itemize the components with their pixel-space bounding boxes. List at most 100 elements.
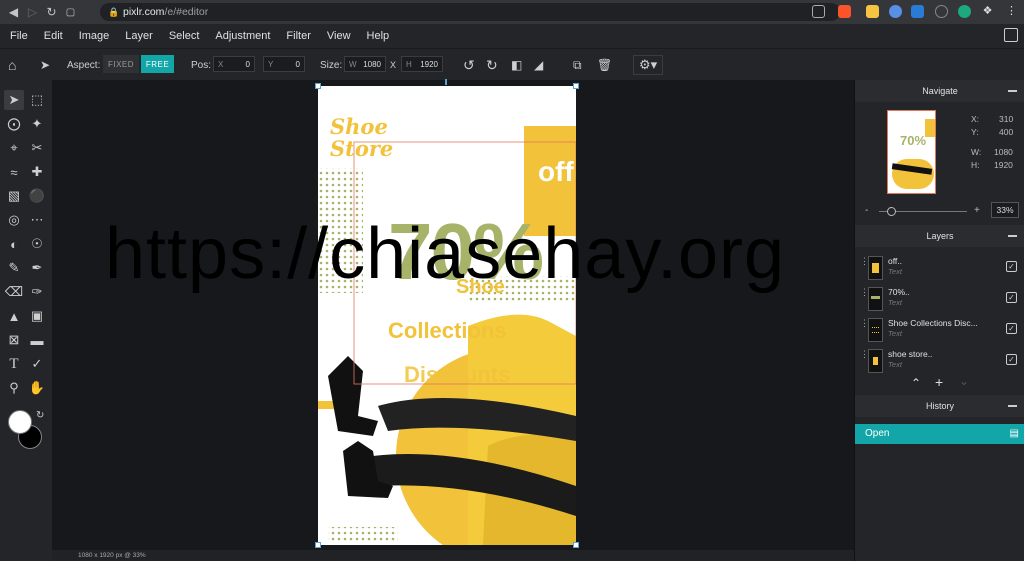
layer-item[interactable]: ⋮ off.. Text ✓ — [855, 253, 1024, 283]
brush-icon[interactable]: ✒ — [27, 258, 47, 278]
sponge-icon[interactable]: ◎ — [4, 210, 24, 230]
trash-icon[interactable]: 🗑 — [597, 49, 612, 81]
layer-up-icon[interactable]: ⌃ — [911, 376, 921, 390]
visibility-checkbox[interactable]: ✓ — [1006, 261, 1017, 272]
rotate-left-icon[interactable]: ↺ — [463, 49, 475, 81]
menu-help[interactable]: Help — [367, 30, 390, 42]
menu-filter[interactable]: Filter — [286, 30, 310, 42]
swap-colors-icon[interactable]: ↻ — [36, 410, 44, 421]
pencil-icon[interactable]: ✎ — [4, 258, 24, 278]
menu-select[interactable]: Select — [169, 30, 200, 42]
install-icon[interactable] — [812, 5, 825, 18]
visibility-checkbox[interactable]: ✓ — [1006, 292, 1017, 303]
resize-handle-tr[interactable] — [573, 83, 579, 89]
extension-icon-2[interactable] — [889, 5, 902, 18]
bookmark-icon[interactable]: ▢ — [61, 0, 80, 24]
reload-icon[interactable]: ↻ — [42, 0, 61, 24]
placeholder-frame-icon[interactable]: ⊠ — [4, 330, 24, 350]
foreground-color-swatch[interactable] — [8, 410, 32, 434]
liquify-icon[interactable]: ≈ — [4, 162, 24, 182]
collapse-icon[interactable] — [1008, 235, 1017, 237]
eraser-icon[interactable]: ⌫ — [4, 282, 24, 302]
heal-icon[interactable]: ✚ — [27, 162, 47, 182]
resize-handle-tl[interactable] — [315, 83, 321, 89]
arrange-tool-icon[interactable]: ➤ — [40, 49, 50, 81]
layer-item[interactable]: ⋮ shoe store.. Text ✓ — [855, 346, 1024, 376]
add-layer-icon[interactable]: + — [935, 374, 943, 390]
color-replace-icon[interactable]: ✑ — [27, 282, 47, 302]
resize-handle-br[interactable] — [573, 542, 579, 548]
extension-icon-5[interactable] — [958, 5, 971, 18]
drag-handle-icon[interactable]: ⋮ — [860, 257, 869, 273]
pos-y-input[interactable]: Y0 — [263, 56, 305, 72]
crop-icon[interactable]: ⌖ — [4, 138, 24, 158]
menu-view[interactable]: View — [327, 30, 351, 42]
pos-x-input[interactable]: X0 — [213, 56, 255, 72]
menu-edit[interactable]: Edit — [44, 30, 63, 42]
history-header[interactable]: History — [855, 395, 1024, 417]
clone-stamp-icon[interactable]: ▧ — [4, 186, 24, 206]
layers-header[interactable]: Layers — [855, 225, 1024, 247]
aspect-fixed-button[interactable]: FIXED — [103, 55, 139, 73]
duplicate-icon[interactable]: ⧉ — [573, 49, 582, 81]
gear-filter-icon[interactable]: ☉ — [27, 234, 47, 254]
drag-handle-icon[interactable]: ⋮ — [860, 350, 869, 366]
menu-image[interactable]: Image — [79, 30, 110, 42]
layer-item[interactable]: ⋮ Shoe Collections Disc... Text ✓ — [855, 315, 1024, 345]
zoom-plus-button[interactable]: + — [974, 205, 980, 216]
size-h-input[interactable]: H 1920 — [401, 56, 443, 72]
menu-icon[interactable]: ⋮ — [1005, 5, 1018, 18]
magic-wand-icon[interactable]: ✦ — [27, 114, 47, 134]
menu-adjustment[interactable]: Adjustment — [215, 30, 270, 42]
text-icon[interactable]: T — [4, 354, 24, 374]
brave-shield-icon[interactable] — [838, 5, 851, 18]
collapse-icon[interactable] — [1008, 405, 1017, 407]
zoom-minus-button[interactable]: - — [865, 205, 868, 216]
arrange-tool-icon[interactable]: ➤ — [4, 90, 24, 110]
zoom-icon[interactable]: ⚲ — [4, 378, 24, 398]
home-icon[interactable]: ⌂ — [8, 49, 16, 81]
extension-icon-3[interactable] — [911, 5, 924, 18]
hand-icon[interactable]: ✋ — [27, 378, 47, 398]
drag-handle-icon[interactable]: ⋮ — [860, 319, 869, 335]
menu-file[interactable]: File — [10, 30, 28, 42]
rotate-handle[interactable] — [445, 79, 447, 85]
zoom-value-input[interactable]: 33% — [991, 202, 1019, 218]
toggle-panel-icon[interactable] — [1004, 28, 1018, 42]
back-icon[interactable]: ◀ — [4, 0, 23, 24]
document-canvas[interactable]: Shoe Store off 70% Shoe Collections Disc… — [318, 86, 576, 545]
eyedropper-icon[interactable]: ✓ — [27, 354, 47, 374]
history-item[interactable]: Open ▤ — [855, 424, 1024, 444]
shape-icon[interactable]: ▬ — [27, 330, 47, 350]
navigate-header[interactable]: Navigate — [855, 80, 1024, 102]
collapse-icon[interactable] — [1008, 90, 1017, 92]
flip-horizontal-icon[interactable]: ◧ — [511, 49, 522, 81]
lasso-icon[interactable]: ⨀ — [4, 114, 24, 134]
blur-drop-icon[interactable]: ⚫ — [27, 186, 47, 206]
extension-icon-4[interactable] — [935, 5, 948, 18]
zoom-slider-thumb[interactable] — [887, 207, 896, 216]
puzzle-icon[interactable]: ❖ — [981, 5, 994, 18]
layer-item[interactable]: ⋮ 70%.. Text ✓ — [855, 284, 1024, 314]
gradient-icon[interactable]: ▣ — [27, 306, 47, 326]
fill-bucket-icon[interactable]: ▲ — [4, 306, 24, 326]
visibility-checkbox[interactable]: ✓ — [1006, 354, 1017, 365]
aspect-free-button[interactable]: FREE — [141, 55, 174, 73]
dots-pattern-icon[interactable]: ⋯ — [27, 210, 47, 230]
rotate-right-icon[interactable]: ↻ — [486, 49, 498, 81]
size-w-input[interactable]: W 1080 — [344, 56, 386, 72]
visibility-checkbox[interactable]: ✓ — [1006, 323, 1017, 334]
drag-handle-icon[interactable]: ⋮ — [860, 288, 869, 304]
navigator-thumbnail[interactable]: 70% — [887, 110, 936, 194]
layer-down-icon[interactable]: ⌄ — [959, 374, 969, 388]
dodge-burn-icon[interactable]: ◐ — [4, 234, 24, 254]
forward-icon[interactable]: ▷ — [23, 0, 42, 24]
extension-icon-1[interactable] — [866, 5, 879, 18]
resize-handle-bl[interactable] — [315, 542, 321, 548]
menu-layer[interactable]: Layer — [125, 30, 153, 42]
flip-vertical-icon[interactable]: ◢ — [534, 49, 543, 81]
settings-gear-icon[interactable]: ⚙▾ — [633, 55, 664, 75]
marquee-select-icon[interactable]: ⬚ — [27, 90, 47, 110]
cutout-scissors-icon[interactable]: ✂ — [27, 138, 47, 158]
address-bar[interactable]: 🔒 pixlr.com/e/#editor — [100, 3, 840, 21]
